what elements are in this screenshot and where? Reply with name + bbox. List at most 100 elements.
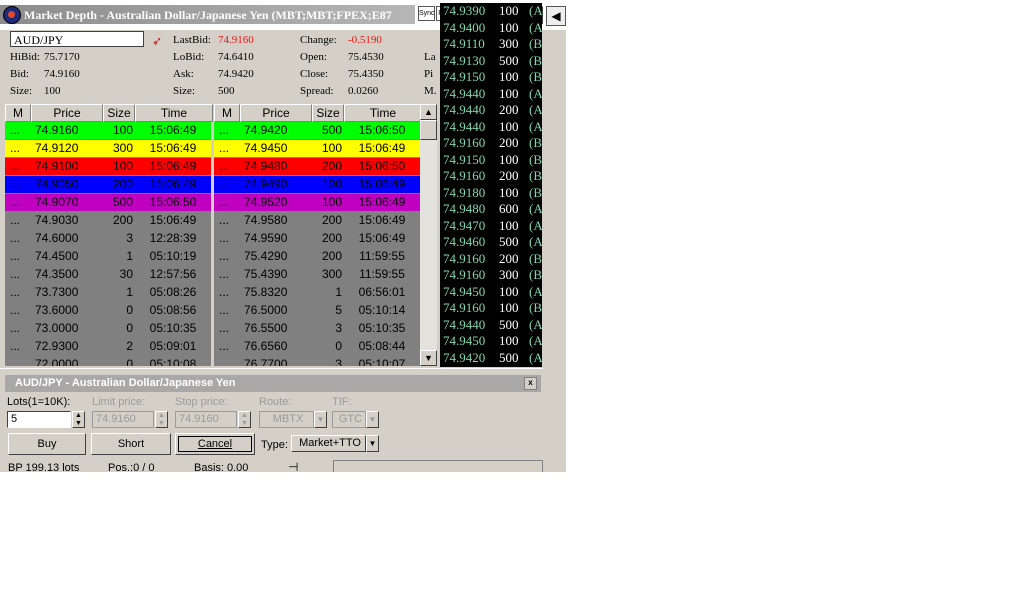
ask-header-time[interactable]: Time <box>344 104 422 122</box>
trade-ex: (A <box>529 201 542 216</box>
ask-size-cell: 200 <box>321 231 342 245</box>
sync-button[interactable]: Sync <box>418 6 435 21</box>
ask-row[interactable]: ... 74.9480 200 15:06:50 <box>214 158 420 175</box>
bid-row[interactable]: ... 74.4500 1 05:10:19 <box>5 248 211 265</box>
book-scrollbar[interactable]: ▲ ▼ <box>420 104 437 366</box>
bid-header-size[interactable]: Size <box>103 104 135 122</box>
scroll-thumb[interactable] <box>420 120 437 140</box>
trade-price: 74.9440 <box>443 118 486 134</box>
ask-row[interactable]: ... 75.4390 300 11:59:55 <box>214 266 420 283</box>
scroll-down-button[interactable]: ▼ <box>420 350 437 366</box>
status-field <box>333 460 543 472</box>
bid-row[interactable]: ... 74.3500 30 12:57:56 <box>5 266 211 283</box>
ask-row[interactable]: ... 75.4290 200 11:59:55 <box>214 248 420 265</box>
bid-time-cell: 15:06:49 <box>149 159 197 173</box>
stop-price-input[interactable]: 74.9160 <box>175 411 237 428</box>
ask-row[interactable]: ... 76.5500 3 05:10:35 <box>214 320 420 337</box>
ask-m-cell: ... <box>219 177 230 191</box>
ask-header-size[interactable]: Size <box>312 104 344 122</box>
limit-price-stepper[interactable]: ▲ ▼ <box>155 411 168 428</box>
bid-row[interactable]: ... 72.9300 2 05:09:01 <box>5 338 211 355</box>
order-header-title: AUD/JPY - Australian Dollar/Japanese Yen <box>15 377 236 389</box>
bid-time-cell: 15:06:50 <box>149 195 197 209</box>
ask-time-cell: 11:59:55 <box>359 249 405 263</box>
bid-row[interactable]: ... 74.9070 500 15:06:50 <box>5 194 211 211</box>
ask-row[interactable]: ... 74.9450 100 15:06:49 <box>214 140 420 157</box>
bid-m-cell: ... <box>10 213 21 227</box>
order-type-select[interactable]: Market+TTO <box>291 435 366 452</box>
ask-price-cell: 75.8320 <box>244 285 288 299</box>
ask-m-cell: ... <box>219 267 230 281</box>
bid-row[interactable]: ... 74.9030 200 15:06:49 <box>5 212 211 229</box>
pin-icon[interactable]: ⊣ <box>288 460 298 472</box>
trade-ex: (B <box>529 300 542 315</box>
trade-price: 74.9390 <box>443 3 486 18</box>
ask-header-m[interactable]: M <box>214 104 240 122</box>
bid-header-price[interactable]: Price <box>31 104 103 122</box>
truncated-label-3: M. <box>424 85 437 97</box>
cancel-button[interactable]: Cancel <box>175 433 255 455</box>
symbol-input[interactable]: AUD/JPY <box>10 31 144 47</box>
bid-header-m[interactable]: M <box>5 104 31 122</box>
bid-price-cell: 73.6000 <box>35 303 79 317</box>
bid-m-cell: ... <box>10 285 21 299</box>
short-button[interactable]: Short <box>91 433 171 455</box>
trade-price: 74.9440 <box>443 85 486 101</box>
bid-row[interactable]: ... 74.9160 100 15:06:49 <box>5 122 211 139</box>
stop-price-stepper[interactable]: ▲ ▼ <box>238 411 251 428</box>
scroll-up-button[interactable]: ▲ <box>420 104 437 120</box>
trade-row: 74.9160 300 (B <box>443 267 542 283</box>
ask-price-cell: 76.5000 <box>244 303 288 317</box>
order-type-dropdown-icon[interactable]: ▼ <box>366 435 379 452</box>
trade-price: 74.9420 <box>443 349 486 365</box>
bid-row[interactable]: ... 74.9100 100 15:06:49 <box>5 158 211 175</box>
ask-header-price[interactable]: Price <box>240 104 312 122</box>
time-and-sales: 74.9390 100 (A 74.9400 100 (A 74.9110 300 (B 74.9… <box>440 3 542 367</box>
ask-row[interactable]: ... 76.6560 0 05:08:44 <box>214 338 420 355</box>
trade-price: 74.9160 <box>443 300 486 315</box>
ask-size-cell: 0 <box>335 339 342 353</box>
ask-size-cell: 200 <box>321 159 342 173</box>
ask-time-cell: 05:08:44 <box>358 339 406 353</box>
bid-size-cell: 1 <box>126 249 133 263</box>
bid-size-cell: 500 <box>112 195 133 209</box>
tif-label: TIF: <box>332 396 352 408</box>
bid-row[interactable]: ... 74.9120 300 15:06:49 <box>5 140 211 157</box>
bid-header-time[interactable]: Time <box>135 104 213 122</box>
buy-button[interactable]: Buy <box>8 433 86 455</box>
bid-price-cell: 74.9030 <box>35 213 79 227</box>
lots-input[interactable]: 5 <box>7 411 71 428</box>
spread-value: 0.0260 <box>348 85 379 97</box>
bid-row[interactable]: ... 73.7300 1 05:08:26 <box>5 284 211 301</box>
ask-row[interactable]: ... 74.9490 100 15:06:49 <box>214 176 420 193</box>
ask-size-cell: 1 <box>335 285 342 299</box>
bid-row[interactable]: ... 73.6000 0 05:08:56 <box>5 302 211 319</box>
order-close-icon[interactable]: x <box>524 377 537 390</box>
ask-row[interactable]: ... 74.9580 200 15:06:49 <box>214 212 420 229</box>
trade-row: 74.9160 200 (B <box>443 168 542 184</box>
limit-price-input[interactable]: 74.9160 <box>92 411 154 428</box>
bid-row[interactable]: ... 72.0000 0 05:10:08 <box>5 356 211 366</box>
truncated-label-1: La <box>424 51 436 63</box>
ask-row[interactable]: ... 75.8320 1 06:56:01 <box>214 284 420 301</box>
bid-row[interactable]: ... 74.6000 3 12:28:39 <box>5 230 211 247</box>
bid-m-cell: ... <box>10 195 21 209</box>
ask-row[interactable]: ... 76.7700 3 05:10:07 <box>214 356 420 366</box>
route-dropdown-icon[interactable]: ▼ <box>314 411 327 428</box>
trade-row: 74.9160 100 (B <box>443 300 542 316</box>
ask-price-cell: 76.6560 <box>244 339 288 353</box>
lots-stepper[interactable]: ▲ ▼ <box>72 411 85 428</box>
ask-size-cell: 5 <box>335 303 342 317</box>
bid-row[interactable]: ... 74.9050 200 15:06:49 <box>5 176 211 193</box>
ask-m-cell: ... <box>219 249 230 263</box>
ask-row[interactable]: ... 76.5000 5 05:10:14 <box>214 302 420 319</box>
tif-select[interactable]: GTC <box>332 411 366 428</box>
speaker-icon[interactable]: ◀ <box>546 6 566 26</box>
ask-row[interactable]: ... 74.9590 200 15:06:49 <box>214 230 420 247</box>
bid-row[interactable]: ... 73.0000 0 05:10:35 <box>5 320 211 337</box>
route-select[interactable]: MBTX <box>259 411 314 428</box>
change-value: -0.5190 <box>348 34 382 46</box>
tif-dropdown-icon[interactable]: ▼ <box>366 411 379 428</box>
ask-row[interactable]: ... 74.9520 100 15:06:49 <box>214 194 420 211</box>
ask-row[interactable]: ... 74.9420 500 15:06:50 <box>214 122 420 139</box>
